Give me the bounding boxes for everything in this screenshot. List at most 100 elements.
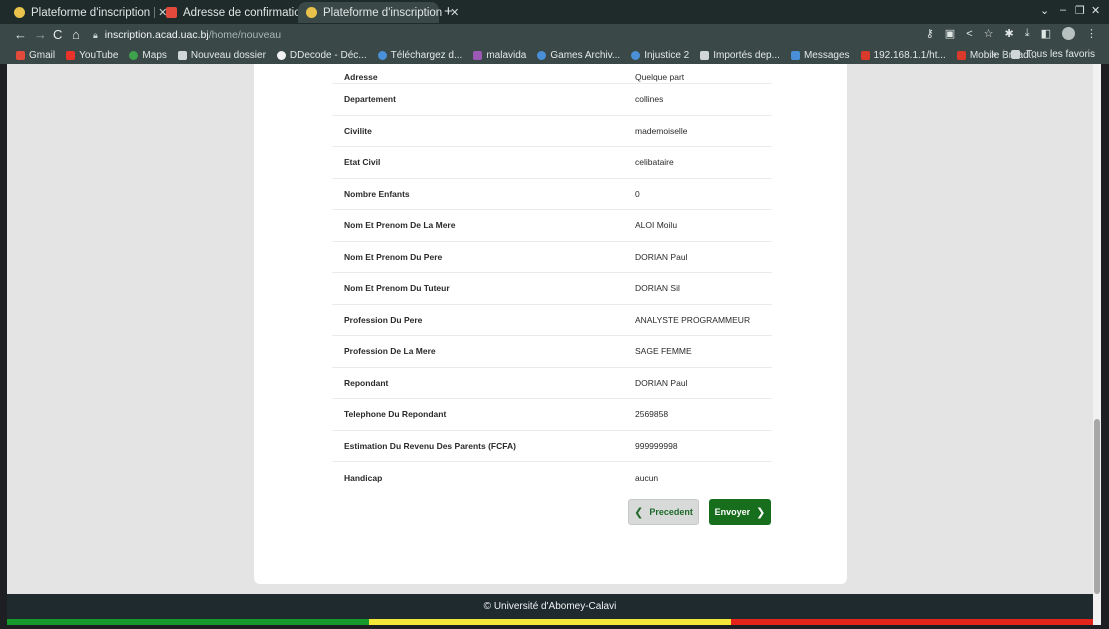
bookmark-messages[interactable]: Messages — [790, 50, 850, 61]
table-row: Repondant DORIAN Paul — [332, 368, 772, 399]
maps-icon — [129, 50, 139, 60]
tab-label: Plateforme d'inscription — [323, 6, 443, 19]
table-row: Nom Et Prenom Du Pere DORIAN Paul — [332, 242, 772, 273]
avatar[interactable] — [1062, 27, 1075, 40]
tab-label: Adresse de confirmation — [183, 6, 308, 19]
lock-icon: 🔒︎ — [93, 29, 98, 40]
maximize-icon[interactable]: ❐ — [1075, 4, 1085, 17]
menu-icon[interactable]: ⋮ — [1086, 27, 1097, 40]
favicon-icon — [14, 7, 25, 18]
table-row: Handicap aucun — [332, 462, 772, 494]
bookmarks-more-icon[interactable]: » — [991, 49, 997, 60]
bookmark-importes[interactable]: Importés dep... — [700, 50, 780, 61]
form-card: Adresse Quelque part Departement collines… — [254, 64, 847, 584]
row-label: Profession Du Pere — [344, 314, 423, 325]
row-value: collines — [635, 94, 664, 105]
extensions-icon[interactable]: ✱ — [1005, 27, 1014, 40]
gmail-icon — [16, 50, 25, 60]
address-bar-row: ← → C ⌂ 🔒︎ inscription.acad.uac.bj /home… — [0, 24, 1109, 46]
bookmark-nouveau-dossier[interactable]: Nouveau dossier — [177, 50, 266, 61]
messages-icon — [790, 50, 800, 60]
bookmark-gmail[interactable]: Gmail — [16, 50, 55, 61]
flag-red-stripe — [731, 619, 1093, 625]
envoyer-button[interactable]: Envoyer ❯ — [709, 499, 771, 525]
table-row: Estimation Du Revenu Des Parents (FCFA) 9… — [332, 431, 772, 462]
gmail-icon — [166, 7, 177, 18]
page-viewport: Adresse Quelque part Departement collines… — [7, 64, 1101, 625]
row-value: 2569858 — [635, 409, 669, 420]
bookmark-telechargez[interactable]: Téléchargez d... — [377, 50, 462, 61]
table-row: Profession De La Mere SAGE FEMME — [332, 336, 772, 368]
scrollbar-thumb[interactable] — [1094, 419, 1100, 594]
reload-icon[interactable]: C — [53, 27, 62, 42]
url-field[interactable]: 🔒︎ inscription.acad.uac.bj /home/nouveau — [93, 27, 923, 43]
precedent-button[interactable]: ❮ Precedent — [628, 499, 699, 525]
tab-plateforme-1[interactable]: Plateforme d'inscription ✕ — [6, 2, 175, 23]
globe-icon — [377, 50, 387, 60]
table-row: Nombre Enfants 0 — [332, 179, 772, 210]
flag-green-stripe — [7, 619, 369, 625]
chevron-left-icon: ❮ — [634, 506, 644, 519]
table-row: Nom Et Prenom De La Mere ALOI Moilu — [332, 210, 772, 242]
youtube-icon — [66, 50, 76, 60]
bookmark-ddecode[interactable]: DDecode - Déc... — [276, 50, 367, 61]
footer-text: © Université d'Abomey-Calavi — [483, 601, 617, 612]
translate-icon[interactable]: ▣ — [945, 27, 955, 40]
row-value: Quelque part — [635, 72, 685, 82]
row-value: DORIAN Paul — [635, 251, 688, 262]
tab-plateforme-active[interactable]: Plateforme d'inscription ✕ — [298, 2, 459, 23]
download-icon[interactable]: ⤓ — [1025, 27, 1030, 40]
row-value: 999999998 — [635, 440, 678, 451]
recap-table: Adresse Quelque part Departement collines… — [332, 64, 772, 494]
minimize-icon[interactable]: – — [1060, 4, 1066, 16]
row-label: Handicap — [344, 472, 383, 483]
table-row: Civilite mademoiselle — [332, 116, 772, 147]
row-value: celibataire — [635, 157, 674, 168]
row-label: Adresse — [344, 72, 378, 82]
share-icon[interactable]: < — [966, 28, 972, 40]
bookmark-games-archive[interactable]: Games Archiv... — [537, 50, 620, 61]
row-value: ANALYSTE PROGRAMMEUR — [635, 314, 751, 325]
table-row: Nom Et Prenom Du Tuteur DORIAN Sil — [332, 273, 772, 305]
row-value: mademoiselle — [635, 125, 688, 136]
back-icon[interactable]: ← — [14, 27, 27, 42]
bookmark-maps[interactable]: Maps — [129, 50, 167, 61]
table-row: Profession Du Pere ANALYSTE PROGRAMMEUR — [332, 305, 772, 336]
star-icon[interactable]: ☆ — [984, 27, 994, 40]
page-scrollbar[interactable] — [1093, 64, 1101, 625]
row-label: Nom Et Prenom De La Mere — [344, 220, 456, 231]
table-row: Etat Civil celibataire — [332, 147, 772, 179]
key-icon[interactable]: ⚷ — [926, 27, 934, 40]
bookmark-router[interactable]: 192.168.1.1/ht... — [860, 50, 946, 61]
bookmark-youtube[interactable]: YouTube — [66, 50, 118, 61]
row-label: Etat Civil — [344, 157, 381, 168]
row-label: Profession De La Mere — [344, 346, 436, 357]
bookmark-injustice[interactable]: Injustice 2 — [631, 50, 689, 61]
home-icon[interactable]: ⌂ — [72, 27, 80, 42]
row-value: 0 — [635, 188, 640, 199]
row-label: Repondant — [344, 377, 389, 388]
sidepanel-icon[interactable]: ◧ — [1041, 27, 1051, 40]
chevron-right-icon: ❯ — [756, 506, 766, 519]
all-favorites-link[interactable]: Tous les favoris — [1026, 49, 1095, 60]
table-row: Telephone Du Repondant 2569858 — [332, 399, 772, 431]
row-label: Departement — [344, 94, 396, 105]
forward-icon[interactable]: → — [34, 27, 47, 42]
malavida-icon — [473, 50, 483, 60]
tab-search-icon[interactable]: ⌄ — [1040, 4, 1049, 17]
row-label: Civilite — [344, 125, 372, 136]
row-label: Nombre Enfants — [344, 188, 410, 199]
table-row: Adresse Quelque part — [332, 64, 772, 84]
page-footer: © Université d'Abomey-Calavi — [7, 594, 1093, 619]
row-value: DORIAN Sil — [635, 283, 680, 294]
window-close-icon[interactable]: ✕ — [1091, 4, 1100, 17]
bookmark-malavida[interactable]: malavida — [473, 50, 526, 61]
folder-icon — [1011, 50, 1021, 59]
row-label: Telephone Du Repondant — [344, 409, 447, 420]
row-value: SAGE FEMME — [635, 346, 692, 357]
globe-icon — [631, 50, 641, 60]
row-value: DORIAN Paul — [635, 377, 688, 388]
new-tab-button[interactable]: + — [444, 3, 453, 20]
row-label: Nom Et Prenom Du Tuteur — [344, 283, 450, 294]
table-row: Departement collines — [332, 84, 772, 116]
